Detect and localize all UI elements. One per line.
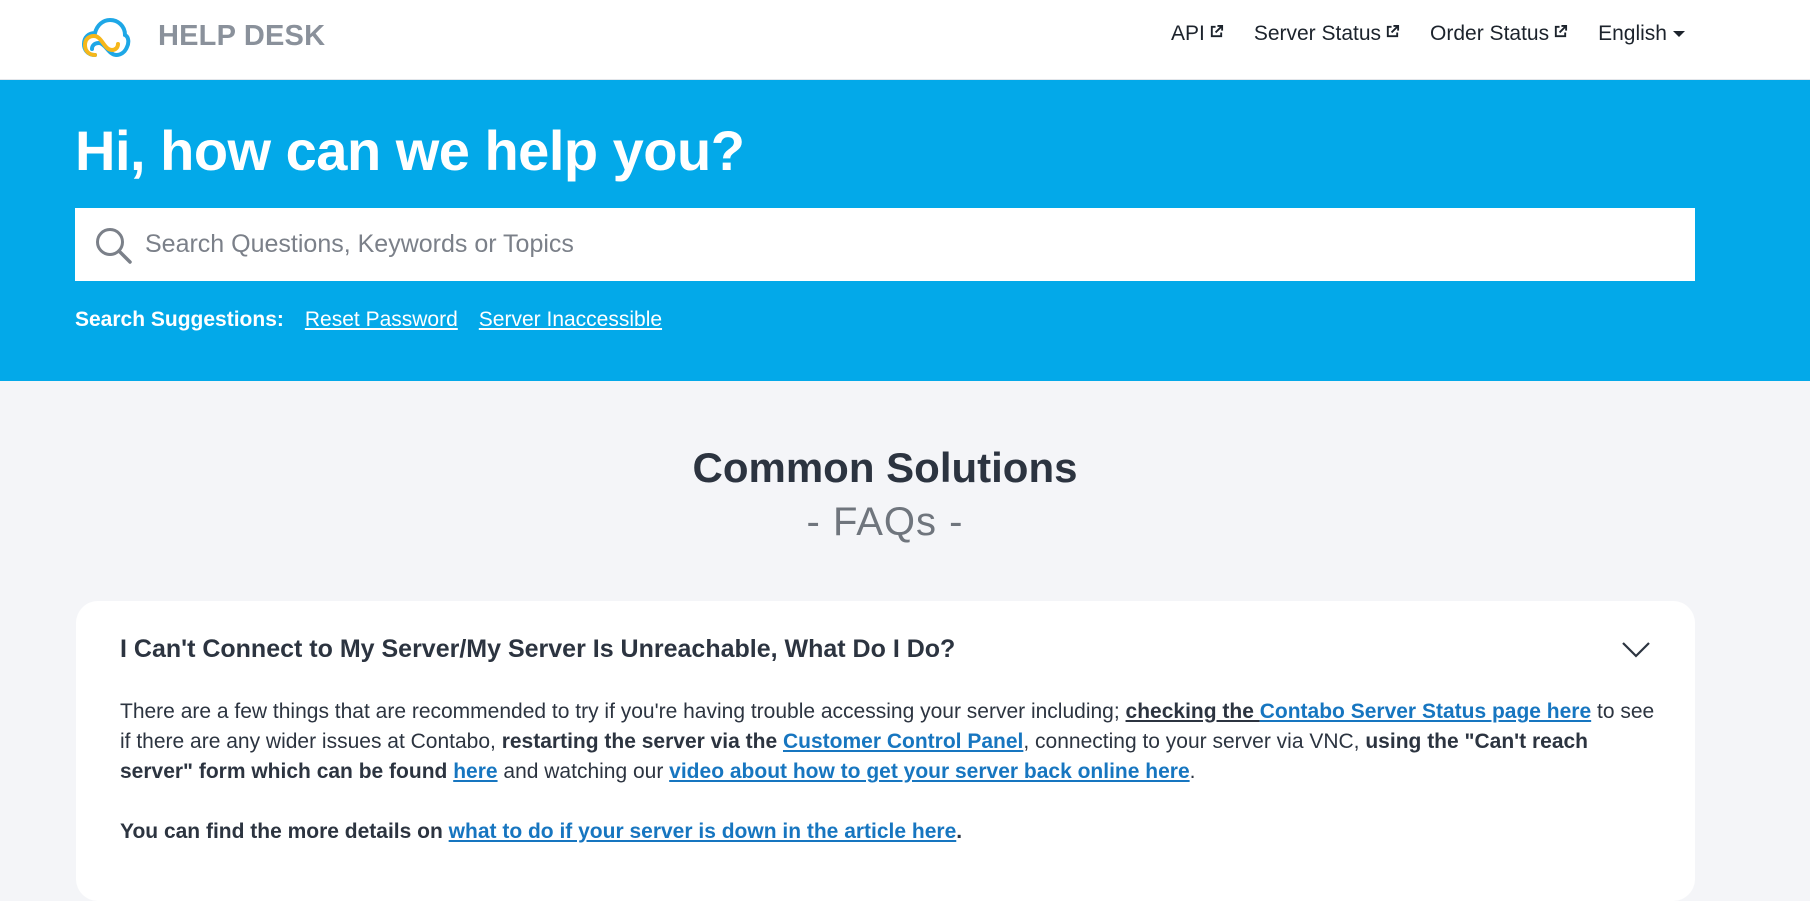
faq-answer: There are a few things that are recommen… [120,697,1660,877]
language-dropdown[interactable]: English [1598,22,1685,46]
customer-control-panel-link[interactable]: Customer Control Panel [783,730,1023,753]
hero-title: Hi, how can we help you? [75,119,745,182]
brand-title[interactable]: HELP DESK [158,20,325,53]
chevron-down-icon[interactable] [1621,640,1651,660]
search-icon [96,227,132,264]
suggestion-server-inaccessible[interactable]: Server Inaccessible [479,308,662,332]
top-nav: API Server Status Order Status English [1171,22,1685,46]
faq-question[interactable]: I Can't Connect to My Server/My Server I… [120,635,955,664]
answer-text: . [1189,760,1196,783]
answer-bold-text: You can find the more details on [120,820,449,843]
search-box[interactable] [75,208,1695,281]
answer-bold-text: . [956,820,963,843]
answer-text: , connecting to your server via VNC, [1023,730,1366,753]
nav-order-status-link[interactable]: Order Status [1430,22,1568,46]
answer-text: There are a few things that are recommen… [120,700,1126,723]
cant-reach-form-link[interactable]: here [453,760,497,783]
server-down-article-link[interactable]: what to do if your server is down in the… [449,820,957,843]
caret-down-icon [1673,31,1685,37]
nav-api-link[interactable]: API [1171,22,1224,46]
checking-status-link[interactable]: checking the [1126,700,1260,723]
search-suggestions: Search Suggestions: Reset Password Serve… [75,308,683,332]
language-label: English [1598,22,1667,45]
section-title: Common Solutions [692,444,1078,491]
section-subtitle: - FAQs - [806,500,964,544]
cloud-logo-icon[interactable] [81,15,131,59]
nav-server-status-link[interactable]: Server Status [1254,22,1400,46]
faq-answer-paragraph: You can find the more details on what to… [120,817,1660,847]
answer-text: and watching our [497,760,670,783]
search-suggestions-label: Search Suggestions: [75,308,284,331]
external-link-icon [1386,24,1400,37]
server-online-video-link[interactable]: video about how to get your server back … [669,760,1189,783]
top-navbar: HELP DESK API Server Status Order Status [0,0,1810,80]
nav-order-status-label: Order Status [1430,22,1550,45]
suggestion-reset-password[interactable]: Reset Password [305,308,458,332]
answer-bold-text: restarting the server via the [501,730,783,753]
search-input[interactable] [143,213,1695,276]
faq-card: I Can't Connect to My Server/My Server I… [76,601,1695,901]
external-link-icon [1554,24,1568,37]
faq-answer-paragraph: There are a few things that are recommen… [120,697,1660,787]
external-link-icon [1210,24,1223,37]
hero-banner: Hi, how can we help you? Search Suggesti… [0,80,1810,381]
nav-api-label: API [1170,22,1205,45]
nav-server-status-label: Server Status [1253,22,1382,45]
server-status-page-link[interactable]: Contabo Server Status page here [1260,700,1591,723]
